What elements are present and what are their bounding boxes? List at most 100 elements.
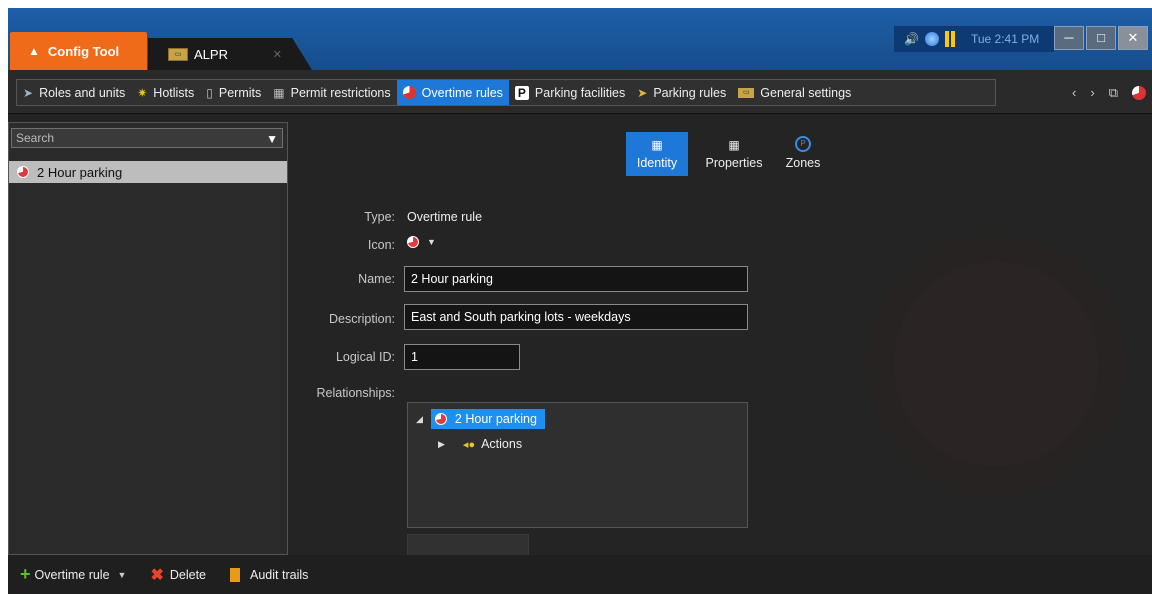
nav-label: Hotlists — [153, 85, 195, 100]
overtime-watermark-icon — [866, 234, 1126, 494]
filter-icon[interactable]: ▼ — [266, 130, 278, 148]
nav-parking-facilities[interactable]: P Parking facilities — [509, 80, 631, 105]
overtime-rule-icon — [402, 86, 416, 99]
relationships-tree[interactable]: ◢ 2 Hour parking ▶ ◂● Actions — [407, 402, 748, 528]
alpr-icon: ▭ — [168, 47, 188, 61]
add-label: Overtime rule — [34, 567, 110, 582]
nav-label: Permit restrictions — [290, 85, 391, 100]
entity-details: ▦ Identity ▦ Properties P Zones Type: Ov… — [290, 114, 1152, 558]
delete-label: Delete — [169, 567, 207, 582]
forward-arrow-icon[interactable]: › — [1090, 85, 1094, 100]
overtime-rule-icon[interactable] — [1132, 85, 1146, 100]
close-button[interactable]: ✕ — [1118, 26, 1148, 50]
nav-label: General settings — [760, 85, 852, 100]
logical-id-label: Logical ID: — [335, 350, 395, 364]
name-label: Name: — [358, 272, 395, 286]
tree-node-selected[interactable]: 2 Hour parking — [430, 409, 545, 429]
zones-icon: P — [795, 136, 811, 152]
nav-label: Parking facilities — [534, 85, 626, 100]
detail-tabs: ▦ Identity ▦ Properties P Zones — [290, 120, 1152, 176]
audit-trails-button[interactable]: Audit trails — [230, 567, 309, 582]
audit-label: Audit trails — [250, 567, 309, 582]
nav-parking-rules[interactable]: ➤ Parking rules — [631, 80, 732, 105]
alpr-icon: ▭ — [738, 87, 755, 98]
nav-roles-and-units[interactable]: ➤ Roles and units — [17, 80, 131, 105]
minimize-button[interactable]: ─ — [1054, 26, 1084, 50]
identity-icon: ▦ — [651, 138, 663, 152]
overtime-rule-icon — [407, 236, 419, 248]
tab-identity[interactable]: ▦ Identity — [626, 132, 688, 176]
entity-browser: Search ▼ 2 Hour parking — [8, 122, 288, 555]
relationships-label: Relationships: — [316, 386, 395, 400]
actions-icon: ◂● — [462, 438, 476, 451]
delete-x-icon: ✖ — [150, 566, 164, 584]
delete-button[interactable]: ✖ Delete — [150, 565, 206, 585]
config-tool-tab[interactable]: ▲ Config Tool — [10, 32, 147, 70]
nav-overtime-rules[interactable]: Overtime rules — [396, 80, 509, 105]
logical-id-field[interactable]: 1 — [404, 344, 520, 370]
detach-icon[interactable]: ⧉ — [1109, 85, 1118, 101]
tab-label: Identity — [636, 156, 678, 170]
tree-child-label: Actions — [481, 437, 523, 451]
clock: Tue 2:41 PM — [970, 32, 1040, 46]
back-arrow-icon[interactable]: ‹ — [1072, 85, 1076, 100]
list-item[interactable]: 2 Hour parking — [9, 161, 287, 183]
alpr-tab-label: ALPR — [194, 46, 228, 62]
tab-zones[interactable]: P Zones — [778, 132, 828, 176]
parking-rule-icon: ➤ — [637, 85, 648, 100]
tab-label: Zones — [785, 156, 821, 170]
network-globe-icon[interactable] — [924, 32, 939, 46]
plus-icon: + — [20, 564, 31, 584]
tab-properties[interactable]: ▦ Properties — [698, 132, 770, 176]
alpr-tab[interactable]: ▭ ALPR ✕ — [148, 38, 312, 70]
system-tray: 🔊 Tue 2:41 PM — [894, 26, 1054, 52]
chevron-down-icon[interactable]: ▼ — [118, 570, 127, 580]
nav-permits[interactable]: ▯ Permits — [200, 80, 267, 105]
nav-label: Permits — [218, 85, 262, 100]
title-bar: ▲ Config Tool ▭ ALPR ✕ 🔊 Tue 2:41 PM ─ □… — [8, 8, 1152, 70]
overtime-rule-icon — [17, 166, 29, 178]
speaker-icon[interactable]: 🔊 — [904, 32, 919, 46]
list-item-label: 2 Hour parking — [37, 164, 123, 180]
tab-label: Properties — [705, 156, 763, 170]
description-label: Description: — [329, 312, 395, 326]
bottom-toolbar: + Overtime rule ▼ ✖ Delete Audit trails — [8, 555, 1152, 594]
notification-bars-icon[interactable] — [944, 31, 955, 47]
name-field[interactable]: 2 Hour parking — [404, 266, 748, 292]
nav-label: Roles and units — [39, 85, 126, 100]
nav-hotlists[interactable]: ✷ Hotlists — [131, 80, 200, 105]
nav-label: Overtime rules — [421, 85, 503, 100]
nav-permit-restrictions[interactable]: ▦ Permit restrictions — [267, 80, 396, 105]
close-tab-icon[interactable]: ✕ — [273, 48, 282, 61]
properties-icon: ▦ — [728, 138, 740, 152]
overtime-rule-icon — [434, 413, 447, 425]
roles-icon: ➤ — [23, 85, 34, 100]
home-icon: ▲ — [28, 44, 40, 58]
parking-icon: P — [514, 85, 529, 100]
search-input[interactable]: Search ▼ — [11, 128, 283, 148]
add-overtime-rule-button[interactable]: + Overtime rule ▼ — [20, 564, 126, 585]
search-placeholder: Search — [16, 131, 55, 145]
permit-restriction-icon: ▦ — [273, 85, 285, 100]
config-tool-tab-label: Config Tool — [47, 43, 120, 59]
permit-icon: ▯ — [206, 85, 213, 100]
icon-picker[interactable]: ▼ — [407, 236, 436, 248]
config-tool-window: ▲ Config Tool ▭ ALPR ✕ 🔊 Tue 2:41 PM ─ □… — [8, 8, 1152, 594]
expand-triangle-icon[interactable]: ▶ — [438, 439, 445, 450]
collapse-triangle-icon[interactable]: ◢ — [416, 414, 423, 425]
hotlist-icon: ✷ — [137, 85, 148, 100]
tree-root-label: 2 Hour parking — [454, 412, 537, 426]
audit-trail-icon — [230, 567, 241, 582]
tree-node-root[interactable]: ◢ 2 Hour parking — [416, 409, 545, 429]
task-tabs: ➤ Roles and units ✷ Hotlists ▯ Permits ▦… — [16, 79, 996, 106]
description-field[interactable]: East and South parking lots - weekdays — [404, 304, 748, 330]
task-navigation-bar: ➤ Roles and units ✷ Hotlists ▯ Permits ▦… — [8, 70, 1152, 114]
nav-label: Parking rules — [653, 85, 727, 100]
tree-node-actions[interactable]: ▶ ◂● Actions — [438, 437, 522, 451]
chevron-down-icon: ▼ — [427, 237, 436, 247]
maximize-button[interactable]: □ — [1086, 26, 1116, 50]
type-label: Type: — [364, 210, 395, 224]
type-value: Overtime rule — [407, 210, 483, 224]
nav-general-settings[interactable]: ▭ General settings — [732, 80, 857, 105]
window-controls: ─ □ ✕ — [1054, 26, 1148, 50]
